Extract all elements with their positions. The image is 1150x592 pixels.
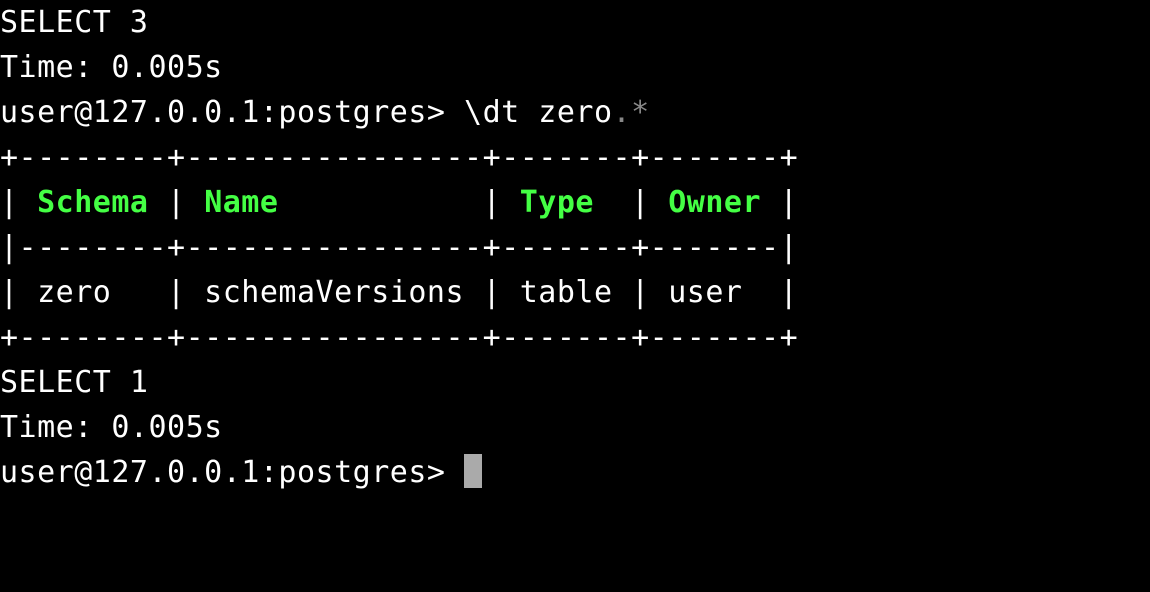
pipe: | xyxy=(761,185,798,220)
terminal-output[interactable]: SELECT 3Time: 0.005suser@127.0.0.1:postg… xyxy=(0,0,1150,495)
result-time-line: Time: 0.005s xyxy=(0,405,1150,450)
prompt-text: user@127.0.0.1:postgres> xyxy=(0,95,464,130)
prompt-command-line: user@127.0.0.1:postgres> \dt zero.* xyxy=(0,90,1150,135)
cursor xyxy=(464,454,482,488)
pad xyxy=(278,185,482,220)
col-owner: Owner xyxy=(668,185,761,220)
table-header-row: | Schema | Name | Type | Owner | xyxy=(0,180,1150,225)
result-select-line: SELECT 1 xyxy=(0,360,1150,405)
command-dotstar: .* xyxy=(613,95,650,130)
table-border-mid: |--------+----------------+-------+-----… xyxy=(0,225,1150,270)
prompt-line[interactable]: user@127.0.0.1:postgres> xyxy=(0,450,1150,495)
command-prefix: \dt zero xyxy=(464,95,613,130)
table-border-bottom: +--------+----------------+-------+-----… xyxy=(0,315,1150,360)
col-type: Type xyxy=(520,185,594,220)
table-border-top: +--------+----------------+-------+-----… xyxy=(0,135,1150,180)
col-schema: Schema xyxy=(37,185,148,220)
prompt-text: user@127.0.0.1:postgres> xyxy=(0,455,464,490)
pipe: | xyxy=(0,185,37,220)
col-name: Name xyxy=(204,185,278,220)
pipe: | xyxy=(483,185,520,220)
prev-time-line: Time: 0.005s xyxy=(0,45,1150,90)
pipe: | xyxy=(149,185,205,220)
pipe: | xyxy=(594,185,668,220)
prev-select-line: SELECT 3 xyxy=(0,0,1150,45)
table-row: | zero | schemaVersions | table | user | xyxy=(0,270,1150,315)
